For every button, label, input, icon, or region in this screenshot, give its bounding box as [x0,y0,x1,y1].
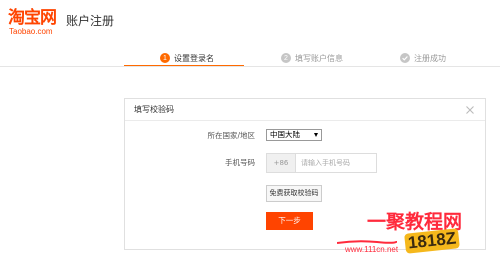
country-select[interactable]: 中国大陆 [266,129,322,141]
header-divider [0,66,500,67]
step-number-badge: 1 [160,53,170,63]
step-label: 设置登录名 [174,53,214,63]
page-title: 账户注册 [66,14,115,28]
site-watermark: 一聚教程网 www.111cn.net 1818Z [337,205,497,265]
logo-text-en: Taobao.com [9,27,53,36]
step-label: 填写账户信息 [295,53,343,63]
step-register-success: 注册成功 [400,50,446,66]
step-set-login-name: 1 设置登录名 [160,50,214,66]
dialog-header: 填写校验码 [125,99,485,121]
phone-country-code: +86 [266,153,296,173]
step-account-info: 2 填写账户信息 [281,50,343,66]
country-label: 所在国家/地区 [207,131,255,140]
step-number-badge: 2 [281,53,291,63]
check-circle-icon [400,53,410,63]
phone-label: 手机号码 [225,158,255,167]
close-icon[interactable] [465,105,475,115]
watermark-badge: 1818Z [404,228,461,254]
watermark-url: www.111cn.net [345,245,399,254]
phone-input-placeholder: 请输入手机号码 [301,159,350,167]
taobao-logo[interactable]: 淘宝网 Taobao.com [8,9,64,37]
next-button[interactable]: 下一步 [266,212,313,230]
logo-text-cn: 淘宝网 [8,8,57,28]
country-select-value: 中国大陆 [270,130,300,139]
dialog-title: 填写校验码 [134,105,174,114]
step-label: 注册成功 [414,53,446,63]
phone-input[interactable]: 请输入手机号码 [296,153,377,173]
get-code-button[interactable]: 免费获取校验码 [266,185,322,202]
caret-down-icon [314,133,318,137]
